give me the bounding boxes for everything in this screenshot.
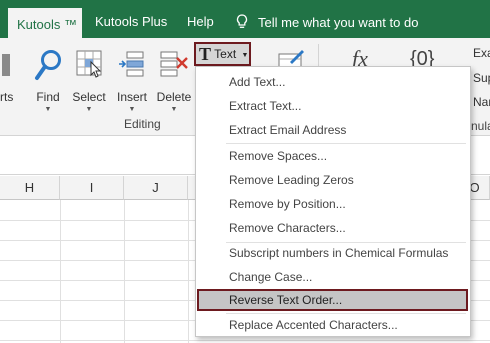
menu-item-extract-text[interactable]: Extract Text... (196, 94, 470, 118)
group-label-formula: nula (471, 119, 490, 133)
chevron-down-icon: ▼ (170, 106, 178, 113)
tell-me-label: Tell me what you want to do (258, 15, 419, 30)
select-label: Select (72, 90, 106, 104)
tab-help[interactable]: Help (178, 0, 223, 38)
column-header-h[interactable]: H (0, 176, 60, 200)
menu-item-remove-leading-zeros[interactable]: Remove Leading Zeros (196, 168, 470, 192)
menu-item-change-case[interactable]: Change Case... (196, 265, 470, 289)
chevron-down-icon: ▼ (44, 106, 52, 113)
menu-item-remove-by-position[interactable]: Remove by Position... (196, 192, 470, 216)
menu-item-replace-accented[interactable]: Replace Accented Characters... (196, 313, 470, 337)
grid-line (0, 340, 490, 341)
ribbon-item-sup[interactable]: Sup (473, 71, 490, 85)
partial-button-label: rts (0, 90, 14, 104)
group-label-editing: Editing (124, 117, 161, 131)
find-label: Find (36, 90, 60, 104)
tell-me-search[interactable]: Tell me what you want to do (236, 0, 418, 38)
column-header-j[interactable]: J (124, 176, 188, 200)
chevron-down-icon: ▼ (241, 52, 249, 59)
grid-line (188, 200, 189, 343)
chevron-down-icon: ▼ (85, 106, 93, 113)
menu-item-remove-spaces[interactable]: Remove Spaces... (196, 144, 470, 168)
menu-item-remove-characters[interactable]: Remove Characters... (196, 216, 470, 240)
column-header-i[interactable]: I (60, 176, 124, 200)
ribbon-item-exa[interactable]: Exa (473, 46, 490, 60)
delete-label: Delete (156, 90, 192, 104)
chevron-down-icon: ▼ (128, 106, 136, 113)
text-t-icon: T (199, 44, 212, 64)
magnifier-icon (35, 50, 61, 80)
grid-line (60, 200, 61, 343)
ribbon-tab-bar: Kutools ™ Kutools Plus Help Tell me what… (0, 0, 490, 38)
tab-kutools-plus[interactable]: Kutools Plus (86, 0, 176, 38)
partial-icon (2, 54, 10, 76)
lightbulb-icon (236, 14, 248, 28)
text-dropdown-menu: Add Text... Extract Text... Extract Emai… (195, 66, 471, 337)
menu-item-add-text[interactable]: Add Text... (196, 70, 470, 94)
menu-item-reverse-text-order[interactable]: Reverse Text Order... (197, 289, 468, 311)
ribbon-item-nar[interactable]: Nar (473, 95, 490, 109)
tab-kutools[interactable]: Kutools ™ (8, 8, 82, 38)
text-button-label: Text (214, 47, 237, 61)
insert-cells-icon (119, 51, 144, 77)
insert-label: Insert (116, 90, 147, 104)
text-dropdown-button[interactable]: T Text ▼ (194, 42, 251, 66)
menu-item-extract-email[interactable]: Extract Email Address (196, 118, 470, 142)
grid-line (124, 200, 125, 343)
select-range-icon (76, 50, 102, 78)
delete-cells-icon (160, 51, 188, 77)
menu-item-subscript-chemical[interactable]: Subscript numbers in Chemical Formulas (196, 241, 470, 265)
edit-sheet-icon (278, 50, 304, 68)
